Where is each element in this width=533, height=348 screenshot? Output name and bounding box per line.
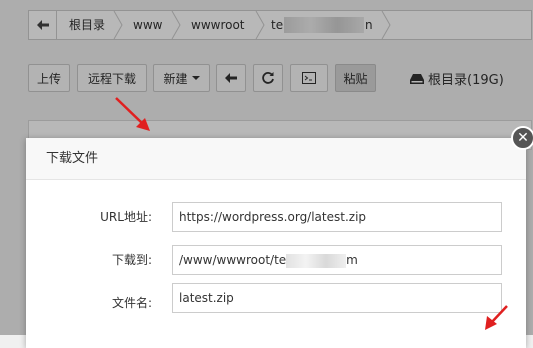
dialog-title: 下载文件 <box>46 151 99 166</box>
url-input[interactable]: https://wordpress.org/latest.zip <box>172 202 502 232</box>
download-dialog: 下载文件 URL地址: https://wordpress.org/latest… <box>26 138 526 348</box>
download-path-suffix: m <box>346 253 358 267</box>
download-to-label: 下载到: <box>111 253 152 267</box>
close-icon[interactable]: ✕ <box>511 126 533 150</box>
filename-input[interactable]: latest.zip <box>172 283 502 313</box>
download-path-prefix: /www/wwwroot/te <box>179 253 287 267</box>
download-path-input[interactable]: /www/wwwroot/te m <box>172 245 502 275</box>
url-label: URL地址: <box>100 210 152 224</box>
filename-label: 文件名: <box>111 296 152 310</box>
redacted-blur <box>286 253 347 268</box>
dialog-header: 下载文件 <box>26 138 526 180</box>
